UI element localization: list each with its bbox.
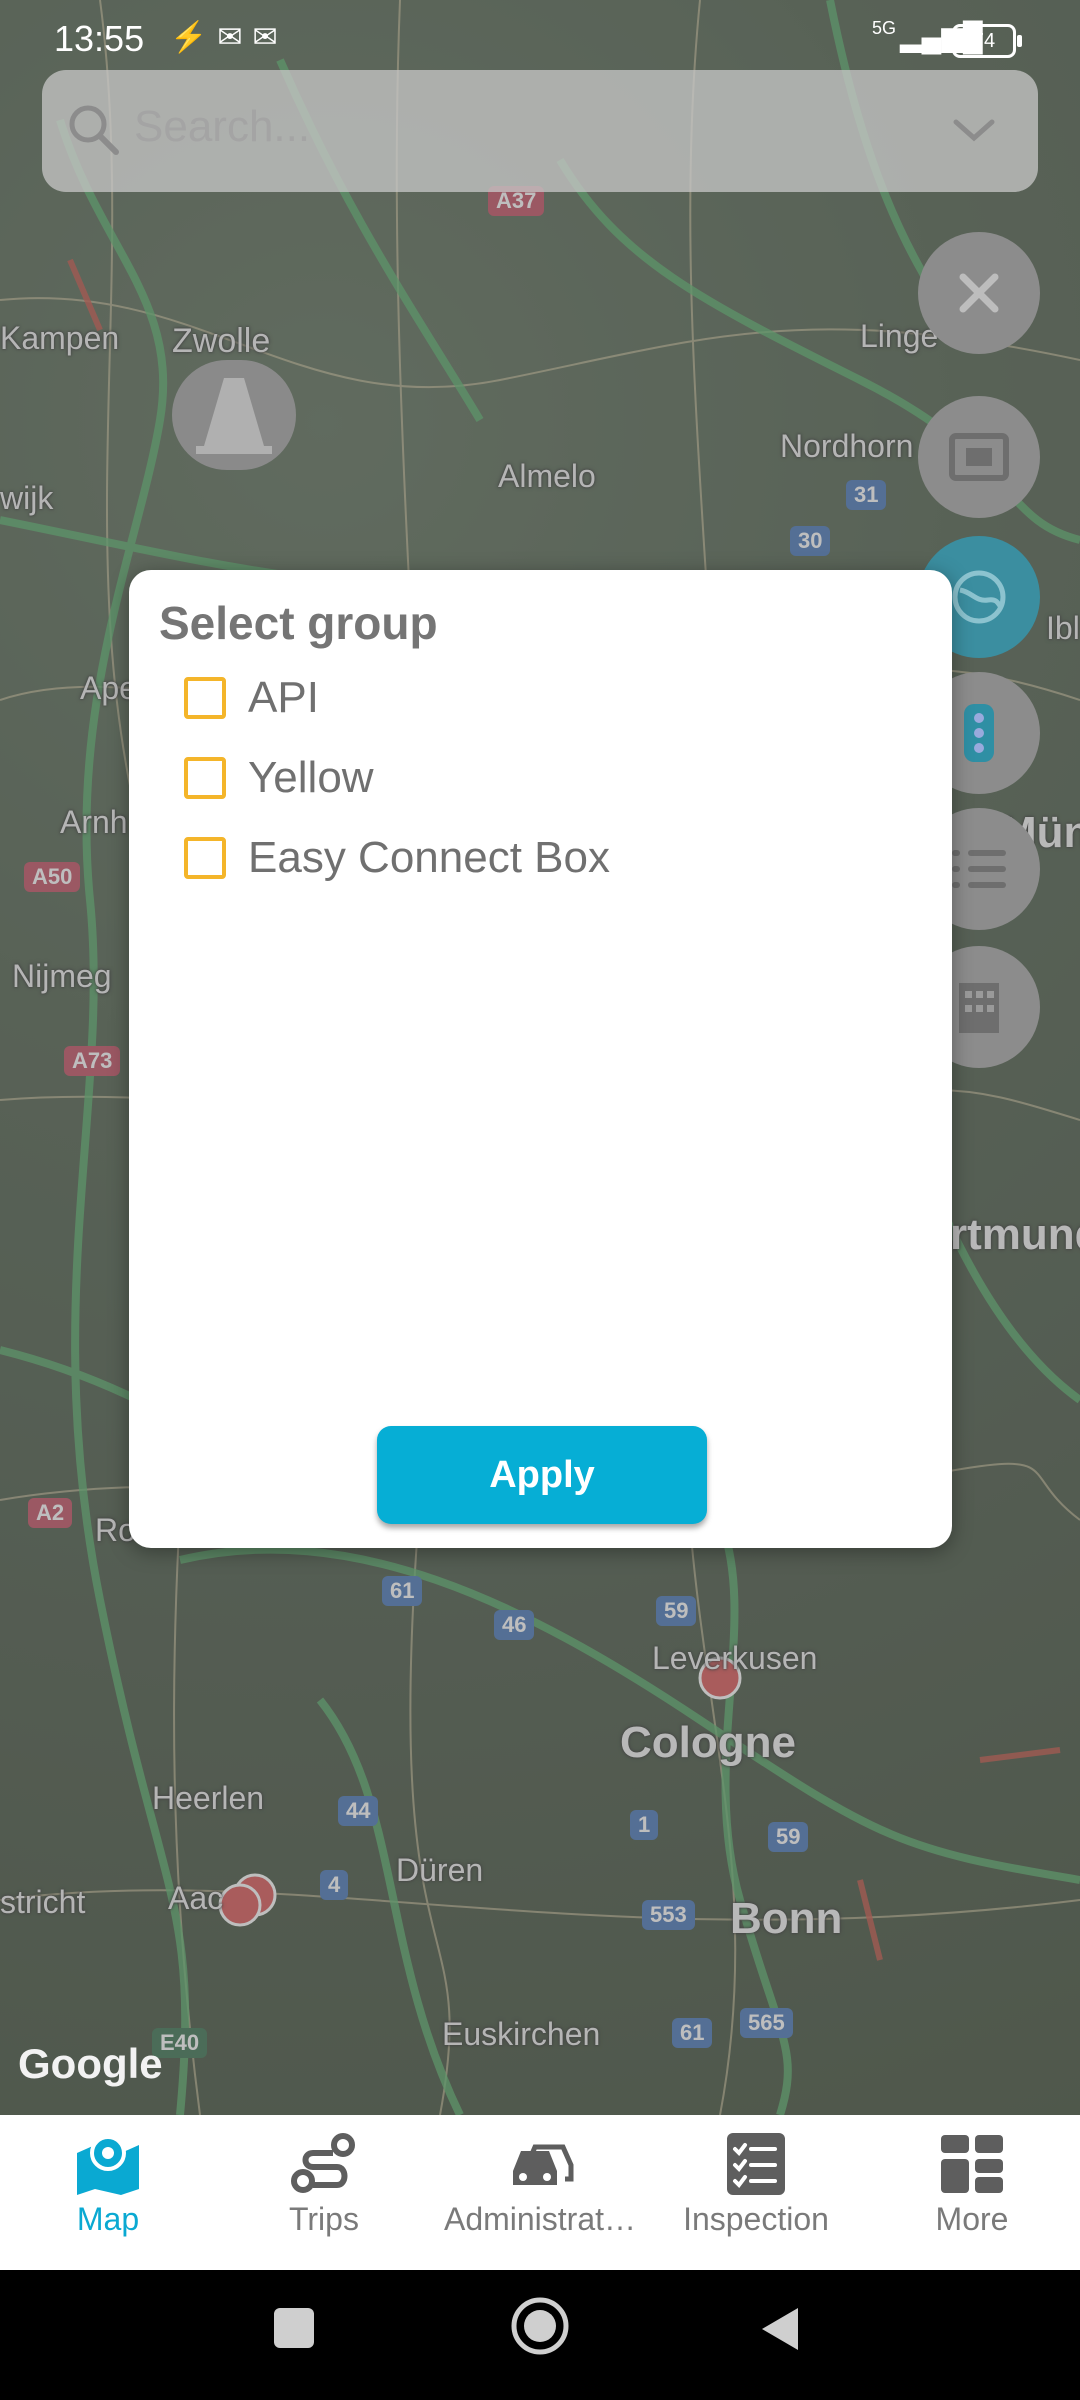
- traffic-cone-icon: [196, 378, 272, 454]
- close-icon: [959, 273, 999, 313]
- screen-frame-icon: [949, 433, 1009, 481]
- grid-icon: [941, 2135, 1003, 2193]
- roadworks-marker[interactable]: [172, 360, 296, 470]
- map-pin-icon: [77, 2135, 139, 2195]
- group-option[interactable]: Yellow: [184, 748, 374, 808]
- checkbox[interactable]: [184, 677, 226, 719]
- chevron-down-icon[interactable]: [950, 110, 998, 150]
- list-icon: [952, 850, 1006, 888]
- cars-icon: [513, 2144, 574, 2185]
- status-time: 13:55: [54, 18, 145, 59]
- mail-icon: ✉: [217, 21, 253, 54]
- tab-trips[interactable]: Trips: [216, 2131, 432, 2261]
- google-attribution: Google: [18, 2040, 163, 2087]
- mail-icon: ✉: [252, 21, 288, 54]
- tab-map[interactable]: Map: [0, 2131, 216, 2261]
- recents-button[interactable]: [270, 2304, 318, 2352]
- search-icon: [69, 105, 119, 155]
- tab-more[interactable]: More: [864, 2131, 1080, 2261]
- battery-level: 74: [972, 30, 996, 52]
- checkbox[interactable]: [184, 757, 226, 799]
- group-option-label: Easy Connect Box: [248, 833, 610, 882]
- apply-button[interactable]: Apply: [377, 1426, 707, 1524]
- traffic-light-icon: [964, 704, 994, 762]
- notification-icons: ⚡✉✉: [170, 20, 288, 55]
- select-group-dialog: Select group API Yellow Easy Connect Box…: [129, 570, 952, 1548]
- globe-icon: [952, 570, 1006, 624]
- tab-label: Administrat…: [443, 2201, 637, 2237]
- tab-administration[interactable]: Administrat…: [432, 2131, 648, 2261]
- tab-label: Inspection: [683, 2201, 829, 2237]
- group-option-label: API: [248, 673, 319, 722]
- building-icon: [959, 983, 999, 1033]
- dialog-title: Select group: [159, 597, 438, 649]
- search-input[interactable]: Search...: [134, 102, 310, 152]
- search-bar[interactable]: Search...: [42, 70, 1038, 192]
- checkbox[interactable]: [184, 837, 226, 879]
- link-icon: ⚡: [170, 21, 218, 54]
- route-icon: [291, 2133, 355, 2193]
- system-navigation-bar: [0, 2270, 1080, 2400]
- close-button[interactable]: [918, 232, 1040, 354]
- tab-label: More: [935, 2201, 1009, 2237]
- bottom-tab-bar: Map Trips Administrat… Inspection More: [0, 2115, 1080, 2270]
- tab-label: Map: [76, 2201, 140, 2237]
- back-button[interactable]: [756, 2304, 804, 2354]
- battery-icon: 74: [952, 24, 1022, 58]
- group-option[interactable]: Easy Connect Box: [184, 828, 610, 888]
- tab-label: Trips: [289, 2201, 359, 2237]
- tab-inspection[interactable]: Inspection: [648, 2131, 864, 2261]
- status-bar: 13:55 ⚡✉✉ 5G ▂▄▆█ 74: [0, 0, 1080, 78]
- group-option-label: Yellow: [248, 753, 374, 802]
- group-option[interactable]: API: [184, 668, 319, 728]
- map-layers-button[interactable]: [918, 396, 1040, 518]
- home-button[interactable]: [508, 2294, 572, 2358]
- checklist-icon: [727, 2133, 785, 2195]
- network-type: 5G: [872, 18, 897, 38]
